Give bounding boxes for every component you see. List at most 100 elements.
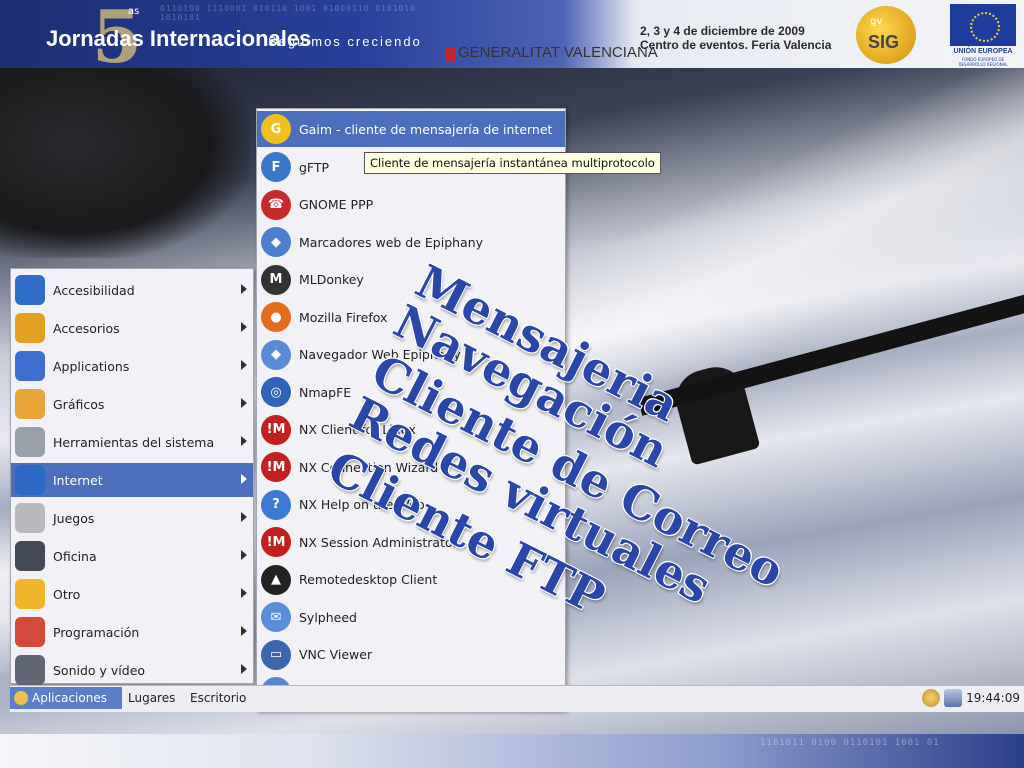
- eu-label: UNIÓN EUROPEA: [953, 48, 1013, 55]
- office-icon: [15, 541, 45, 571]
- menu-item-label: Otro: [53, 586, 81, 602]
- submenu-arrow-icon: [241, 398, 247, 408]
- gftp-icon: F: [261, 152, 291, 182]
- submenu-item[interactable]: ☎ GNOME PPP: [257, 186, 565, 223]
- games-icon: [15, 503, 45, 533]
- sylpheed-icon: ✉: [261, 602, 291, 632]
- menu-item-label: Accesorios: [53, 320, 120, 336]
- gvsig-logo-icon: gv SIG: [856, 6, 916, 64]
- network-icon[interactable]: [944, 689, 963, 707]
- submenu-arrow-icon: [241, 474, 247, 484]
- accessories-icon: [15, 313, 45, 343]
- submenu-arrow-icon: [241, 588, 247, 598]
- firefox-icon: ●: [261, 302, 291, 332]
- epiphany-bookmarks-icon: ◆: [261, 227, 291, 257]
- menu-item-label: Gráficos: [53, 396, 105, 412]
- tux-icon: ▲: [261, 564, 291, 595]
- lugares-menu-button[interactable]: Lugares: [128, 687, 175, 709]
- gnome-ppp-phone-icon: ☎: [261, 189, 291, 220]
- menu-item[interactable]: Herramientas del sistema: [11, 425, 253, 459]
- nx-help-icon: ?: [261, 489, 291, 520]
- escritorio-menu-button[interactable]: Escritorio: [190, 687, 246, 709]
- epiphany-browser-icon: ◆: [261, 339, 291, 370]
- submenu-item[interactable]: ◆ Marcadores web de Epiphany: [257, 224, 565, 261]
- menu-item[interactable]: Accesibilidad: [11, 273, 253, 307]
- nx-wizard-icon: !M: [261, 452, 291, 482]
- menu-item-label: Oficina: [53, 548, 97, 564]
- menu-item[interactable]: Sonido y vídeo: [11, 653, 253, 687]
- mldonkey-icon: M: [261, 264, 291, 295]
- menu-item-label: Internet: [53, 472, 103, 488]
- menu-item[interactable]: Otro: [11, 577, 253, 611]
- system-tray: 19:44:09: [922, 687, 1020, 709]
- menu-item-label: Programación: [53, 624, 140, 640]
- submenu-arrow-icon: [241, 284, 247, 294]
- applications-icon: [15, 351, 45, 381]
- submenu-arrow-icon: [241, 360, 247, 370]
- event-venue-line: Centro de eventos. Feria Valencia: [640, 38, 832, 52]
- submenu-item[interactable]: G Gaim - cliente de mensajería de interne…: [257, 111, 565, 147]
- edition-suffix: as: [128, 6, 140, 17]
- aplicaciones-label: Aplicaciones: [32, 691, 107, 705]
- sound-video-icon: [15, 655, 45, 685]
- other-icon: [15, 579, 45, 609]
- conference-tagline: Seguimos creciendo: [268, 34, 422, 49]
- submenu-item-label: Marcadores web de Epiphany: [299, 234, 484, 250]
- submenu-item-label: gFTP: [299, 159, 330, 175]
- submenu-item-label: Gaim - cliente de mensajería de internet: [299, 121, 553, 137]
- menu-item[interactable]: Oficina: [11, 539, 253, 573]
- submenu-arrow-icon: [241, 626, 247, 636]
- binary-decoration: 1101011 0100 0110101 1001 01: [760, 738, 940, 748]
- wallpaper-rifle: [637, 289, 1024, 416]
- nx-client-icon: !M: [261, 414, 291, 445]
- gaim-icon: G: [261, 114, 291, 144]
- system-tools-icon: [15, 427, 45, 457]
- notification-icon[interactable]: [922, 689, 941, 707]
- submenu-item-label: MLDonkey: [299, 272, 364, 287]
- event-date-line: 2, 3 y 4 de diciembre de 2009: [640, 24, 805, 38]
- menu-item-label: Applications: [53, 358, 130, 374]
- submenu-item[interactable]: ▭ VNC Viewer: [257, 636, 565, 673]
- menu-item[interactable]: Programación: [11, 615, 253, 649]
- submenu-item-label: GNOME PPP: [299, 197, 374, 212]
- menu-item[interactable]: Juegos: [11, 501, 253, 535]
- nx-session-admin-icon: !M: [261, 527, 291, 557]
- eu-flag-icon: [950, 4, 1016, 46]
- submenu-arrow-icon: [241, 436, 247, 446]
- gnome-foot-icon: [14, 691, 28, 705]
- menu-item[interactable]: Applications: [11, 349, 253, 383]
- tooltip: Cliente de mensajería instantánea multip…: [364, 152, 661, 174]
- accessibility-icon: [15, 275, 45, 305]
- submenu-item-label: Remotedesktop Client: [299, 572, 438, 587]
- submenu-item-label: Mozilla Firefox: [299, 309, 388, 325]
- menu-item-label: Herramientas del sistema: [53, 434, 215, 450]
- menu-item[interactable]: Internet: [11, 463, 253, 497]
- submenu-arrow-icon: [241, 550, 247, 560]
- menu-item-label: Juegos: [53, 510, 95, 526]
- taskbar: Aplicaciones Lugares Escritorio 19:44:09: [10, 685, 1024, 712]
- clock[interactable]: 19:44:09: [966, 691, 1020, 705]
- aplicaciones-menu-button[interactable]: Aplicaciones: [10, 687, 122, 709]
- footer-strip: 1101011 0100 0110101 1001 01: [0, 734, 1024, 768]
- submenu-arrow-icon: [241, 664, 247, 674]
- event-date: 2, 3 y 4 de diciembre de 2009 Centro de …: [640, 24, 831, 52]
- graphics-icon: [15, 389, 45, 419]
- wallpaper-figure: [0, 68, 250, 258]
- desktop: Accesibilidad Accesorios Applications Gráfi…: [0, 68, 1024, 734]
- internet-globe-icon: [15, 465, 45, 495]
- submenu-item-label: VNC Viewer: [299, 647, 373, 662]
- menu-item-label: Accesibilidad: [53, 282, 135, 298]
- menu-item[interactable]: Accesorios: [11, 311, 253, 345]
- submenu-arrow-icon: [241, 322, 247, 332]
- submenu-item[interactable]: ✉ Sylpheed: [257, 599, 565, 636]
- submenu-item-label: Sylpheed: [299, 609, 357, 625]
- submenu-arrow-icon: [241, 512, 247, 522]
- submenu-item-label: NmapFE: [299, 384, 352, 400]
- programming-icon: [15, 617, 45, 647]
- header-banner: 0110100 1110001 010110 1001 01000110 010…: [0, 0, 1024, 68]
- menu-item[interactable]: Gráficos: [11, 387, 253, 421]
- binary-decoration: 0110100 1110001 010110 1001 01000110 010…: [160, 4, 416, 22]
- nmapfe-icon: ◎: [261, 377, 291, 407]
- menu-item-label: Sonido y vídeo: [53, 662, 146, 678]
- eu-sublabel: FONDO EUROPEO DE DESARROLLO REGIONAL: [958, 57, 1008, 67]
